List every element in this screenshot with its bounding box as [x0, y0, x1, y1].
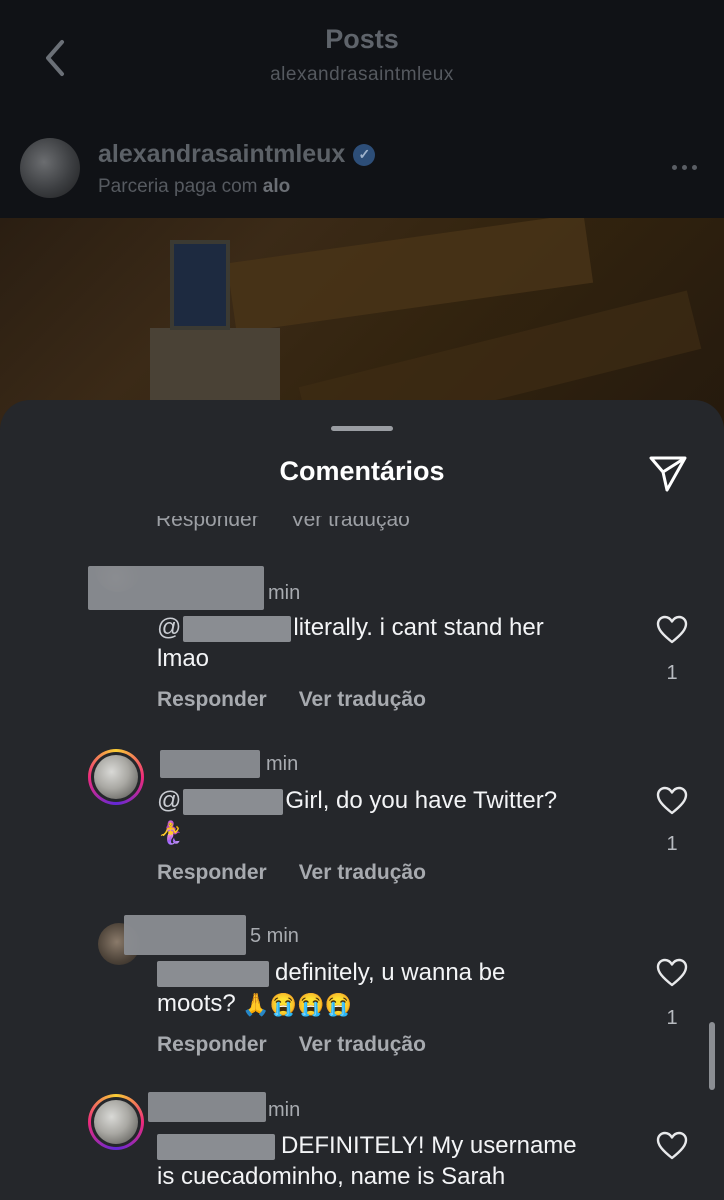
comment-item: min @ Girl, do you have Twitter? 🧜‍♀️ Res… [0, 745, 724, 895]
sheet-drag-handle[interactable] [331, 426, 393, 431]
partnership-brand[interactable]: alo [263, 176, 290, 197]
page-subtitle: alexandrasaintmleux [270, 64, 454, 85]
like-count: 1 [666, 662, 678, 684]
like-button[interactable] [650, 610, 694, 650]
comment-line-2: is cuecadominho, name is Sarah [157, 1163, 506, 1190]
redacted-mention [157, 960, 269, 987]
top-bar: Posts alexandrasaintmleux [0, 0, 724, 118]
comment-line-2: moots? [157, 990, 243, 1017]
comment-time: min [266, 753, 299, 775]
dot [691, 164, 697, 170]
more-options-button[interactable] [664, 152, 704, 182]
moon-avatar-image [94, 1100, 138, 1144]
scrollbar[interactable] [709, 1022, 715, 1090]
comment-emojis: 🙏😭😭😭 [242, 991, 352, 1017]
image-detail [170, 240, 230, 330]
translate-button[interactable]: Ver tradução [299, 688, 426, 712]
comment-line-2: lmao [157, 645, 210, 672]
heart-outline-icon [656, 615, 688, 644]
translate-link[interactable]: Ver tradução [291, 516, 410, 536]
translate-button[interactable]: Ver tradução [299, 1033, 426, 1057]
redacted-username [160, 750, 260, 778]
translate-button[interactable]: Ver tradução [299, 861, 426, 885]
comment-text: @ literally. i cant stand her lmao [157, 612, 597, 674]
heart-outline-icon [656, 786, 688, 815]
dot [681, 164, 687, 170]
like-count: 1 [666, 1007, 678, 1029]
reply-button[interactable]: Responder [157, 688, 267, 712]
avatar-frame [91, 1097, 141, 1147]
heart-outline-icon [656, 1131, 688, 1160]
avatar-frame [91, 752, 141, 802]
heart-outline-icon [656, 958, 688, 987]
clipped-comment-actions: Responder Ver tradução [156, 516, 410, 536]
comment-text: definitely, u wanna be moots? 🙏😭😭😭 [157, 957, 597, 1019]
like-button[interactable] [650, 781, 694, 821]
commenter-avatar-with-story[interactable] [88, 1094, 144, 1150]
redacted-username [88, 566, 264, 610]
comment-actions: Responder Ver tradução [157, 688, 426, 712]
comment-text: DEFINITELY! My username is cuecadominho,… [157, 1130, 597, 1192]
comment-time: min [268, 1099, 301, 1121]
comments-title: Comentários [279, 456, 445, 486]
dot [671, 164, 677, 170]
comment-line-1: definitely, u wanna be [275, 959, 506, 986]
post-header: alexandrasaintmleux ✓ Parceria paga com … [0, 118, 724, 218]
image-detail [226, 218, 594, 333]
post-author-name: alexandrasaintmleux [98, 140, 346, 168]
share-button[interactable] [640, 448, 696, 498]
mention[interactable]: @ [157, 614, 181, 641]
partnership-prefix: Parceria paga com [98, 176, 263, 197]
reply-button[interactable]: Responder [157, 861, 267, 885]
comment-actions: Responder Ver tradução [157, 1033, 426, 1057]
comment-item: min @ literally. i cant stand her lmao Re… [0, 560, 724, 720]
post-author-username[interactable]: alexandrasaintmleux ✓ [98, 140, 376, 169]
like-button[interactable] [650, 953, 694, 993]
paid-partnership-label: Parceria paga com alo [98, 176, 290, 198]
comment-item: min DEFINITELY! My username is cuecadomi… [0, 1090, 724, 1200]
comment-actions: Responder Ver tradução [157, 861, 426, 885]
post-author-avatar[interactable] [20, 138, 80, 198]
redacted-mention [183, 615, 292, 642]
like-button[interactable] [650, 1126, 694, 1166]
comment-line-2: 🧜‍♀️ [157, 819, 185, 845]
page-title: Posts [325, 24, 399, 54]
comment-item: 5 min definitely, u wanna be moots? 🙏😭😭😭… [0, 915, 724, 1065]
redacted-username [124, 915, 246, 955]
comments-sheet: Comentários Responder Ver tradução min @… [0, 400, 724, 1200]
comment-time: min [268, 582, 301, 604]
comment-time: 5 min [250, 925, 299, 947]
paper-plane-icon [649, 456, 687, 492]
redacted-mention [157, 1133, 275, 1160]
comment-line-1: DEFINITELY! My username [281, 1132, 577, 1159]
reply-button[interactable]: Responder [157, 1033, 267, 1057]
like-count: 1 [666, 833, 678, 855]
comment-text: @ Girl, do you have Twitter? 🧜‍♀️ [157, 785, 597, 847]
comment-line-1: literally. i cant stand her [293, 614, 544, 641]
verified-badge-icon: ✓ [353, 143, 376, 166]
comment-line-1: Girl, do you have Twitter? [285, 787, 558, 814]
redacted-username [148, 1092, 266, 1122]
moon-avatar-image [94, 755, 138, 799]
commenter-avatar-with-story[interactable] [88, 749, 144, 805]
mention[interactable]: @ [157, 787, 181, 814]
reply-link[interactable]: Responder [156, 516, 259, 536]
redacted-mention [183, 788, 284, 815]
